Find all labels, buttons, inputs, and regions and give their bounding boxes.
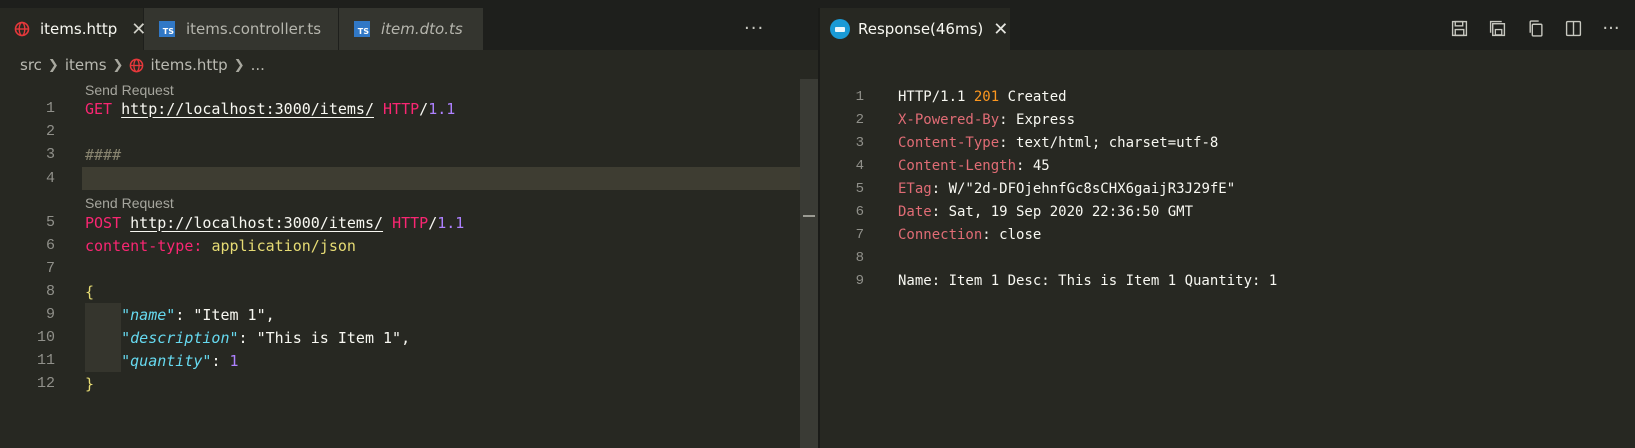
- chevron-right-icon: ❯: [112, 57, 124, 73]
- response-line: 6 Date: Sat, 19 Sep 2020 22:36:50 GMT: [855, 203, 1194, 220]
- response-tab-bar: Response(46ms) ✕ ···: [820, 8, 1635, 50]
- breadcrumb-symbol[interactable]: ...: [251, 56, 265, 74]
- response-line: 1 HTTP/1.1 201 Created: [855, 88, 1067, 105]
- chevron-right-icon: ❯: [233, 57, 245, 73]
- rest-client-icon: [830, 19, 850, 39]
- response-line: 7 Connection: close: [855, 226, 1042, 243]
- response-line: 8: [855, 249, 864, 266]
- code-line: 5 POST http://localhost:3000/items/ HTTP…: [45, 213, 465, 232]
- breadcrumb: src ❯ items ❯ items.http ❯ ...: [20, 54, 265, 76]
- globe-icon: [129, 58, 144, 73]
- request-url[interactable]: http://localhost:3000/items/: [121, 100, 374, 118]
- title-strip: [0, 0, 1635, 8]
- response-line: 5 ETag: W/"2d-DFOjehnfGc8sCHX6gaijR3J29f…: [855, 180, 1236, 197]
- code-line: 10 "description": "This is Item 1",: [36, 328, 411, 347]
- cursor-position-marker: [803, 215, 815, 217]
- split-editor-icon[interactable]: [1563, 18, 1583, 38]
- breadcrumb-src[interactable]: src: [20, 56, 42, 74]
- response-line: 9 Name: Item 1 Desc: This is Item 1 Quan…: [855, 272, 1278, 289]
- typescript-icon: TS: [353, 20, 371, 38]
- tab-label: items.controller.ts: [186, 20, 322, 38]
- globe-icon: [14, 20, 30, 38]
- breadcrumb-items[interactable]: items: [65, 56, 107, 74]
- tab-item-dto-ts[interactable]: TS item.dto.ts: [339, 8, 483, 50]
- code-line: 12 }: [36, 374, 95, 393]
- more-actions-icon[interactable]: ···: [744, 18, 764, 39]
- response-line: 3 Content-Type: text/html; charset=utf-8: [855, 134, 1219, 151]
- code-line: 2: [45, 123, 55, 140]
- tab-label: items.http: [40, 20, 118, 38]
- editor-tab-bar: items.http ✕ TS items.controller.ts TS i…: [0, 8, 818, 50]
- code-line: 11 "quantity": 1: [36, 351, 239, 370]
- response-line: 4 Content-Length: 45: [855, 157, 1050, 174]
- tab-items-controller-ts[interactable]: TS items.controller.ts: [144, 8, 338, 50]
- editor-actions: ···: [1449, 18, 1621, 39]
- code-line: 6 content-type: application/json: [45, 236, 356, 255]
- response-body: Name: Item 1 Desc: This is Item 1 Quanti…: [898, 272, 1278, 289]
- code-line: 9 "name": "Item 1",: [45, 305, 275, 324]
- tab-items-http[interactable]: items.http ✕: [0, 8, 146, 50]
- copy-icon[interactable]: [1525, 18, 1545, 38]
- tab-label: item.dto.ts: [381, 20, 463, 38]
- typescript-icon: TS: [158, 20, 176, 38]
- close-icon[interactable]: ✕: [993, 19, 1008, 40]
- breadcrumb-file[interactable]: items.http: [150, 56, 227, 74]
- scrollbar-thumb[interactable]: [800, 79, 818, 448]
- tab-label: Response(46ms): [858, 20, 984, 38]
- vertical-scrollbar[interactable]: [800, 79, 818, 448]
- editor-pane: items.http ✕ TS items.controller.ts TS i…: [0, 8, 818, 448]
- more-actions-icon[interactable]: ···: [1601, 18, 1621, 39]
- code-editor[interactable]: Send Request 1 GET http://localhost:3000…: [0, 79, 800, 448]
- request-url[interactable]: http://localhost:3000/items/: [130, 214, 383, 232]
- save-response-icon[interactable]: [1449, 18, 1469, 38]
- tab-response[interactable]: Response(46ms) ✕: [820, 8, 1010, 50]
- code-line: 4: [45, 170, 55, 187]
- code-line: 1 GET http://localhost:3000/items/ HTTP/…: [45, 99, 456, 118]
- code-line: 7: [45, 260, 55, 277]
- response-pane: Response(46ms) ✕ ··· 1 HTTP/1.1 201 Crea…: [820, 8, 1635, 448]
- chevron-right-icon: ❯: [47, 57, 59, 73]
- response-line: 2 X-Powered-By: Express: [855, 111, 1076, 128]
- code-line: 3 ####: [45, 145, 122, 164]
- save-body-icon[interactable]: [1487, 18, 1507, 38]
- code-line: 8 {: [45, 282, 95, 301]
